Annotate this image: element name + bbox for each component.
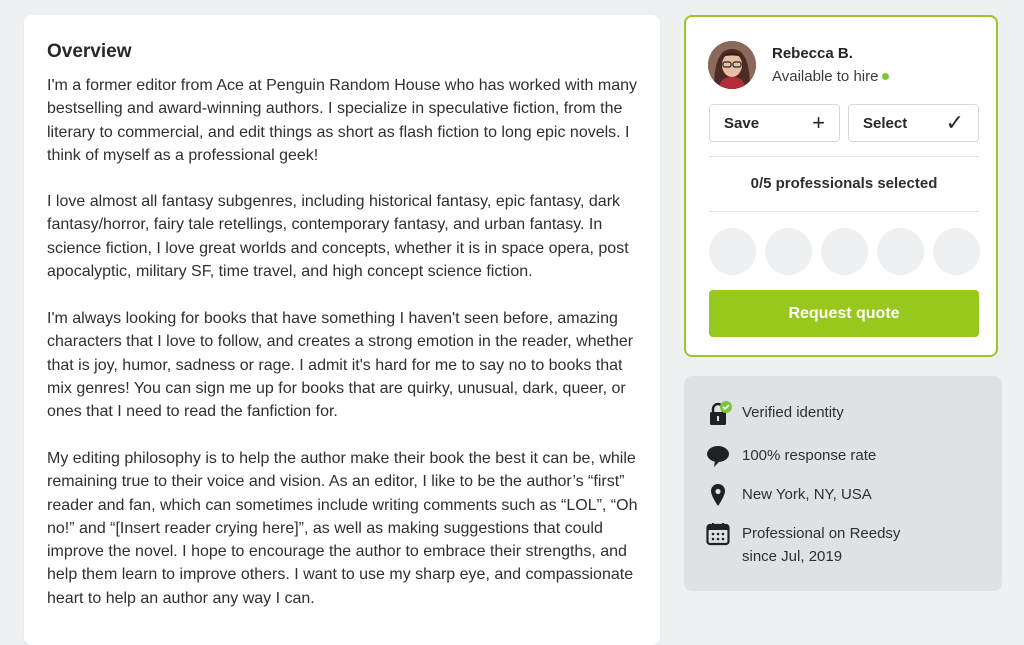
professional-name[interactable]: Rebecca B. xyxy=(772,45,853,62)
status-dot-icon xyxy=(882,72,890,80)
request-quote-button[interactable]: Request quote xyxy=(709,290,979,337)
availability-status: Available to hire xyxy=(772,68,890,85)
save-label: Save xyxy=(724,114,760,132)
location-row: New York, NY, USA xyxy=(706,483,872,507)
professional-card: Rebecca B. Available to hire Save + Sele… xyxy=(684,15,998,357)
member-line-1: Professional on Reedsy xyxy=(742,525,901,542)
location-text: New York, NY, USA xyxy=(742,486,872,503)
empty-slot xyxy=(821,228,868,275)
speech-bubble-icon xyxy=(706,444,730,468)
selected-count: 0/5 professionals selected xyxy=(750,175,938,192)
response-rate-text: 100% response rate xyxy=(742,447,877,464)
verified-text: Verified identity xyxy=(742,404,844,421)
member-since-text: Professional on Reedsy since Jul, 2019 xyxy=(742,522,900,568)
info-card: Verified identity 100% response rate New… xyxy=(684,376,1002,591)
overview-paragraph: I'm a former editor from Ace at Penguin … xyxy=(47,77,637,164)
calendar-icon xyxy=(706,522,730,546)
divider xyxy=(709,211,979,212)
overview-paragraph: My editing philosophy is to help the aut… xyxy=(47,450,638,607)
response-rate-row: 100% response rate xyxy=(706,444,876,468)
availability-text: Available to hire xyxy=(772,68,879,85)
divider xyxy=(709,156,979,157)
empty-slot xyxy=(877,228,924,275)
verified-lock-icon xyxy=(706,401,732,425)
member-line-2: since Jul, 2019 xyxy=(742,548,843,565)
checkmark-icon: ✓ xyxy=(945,110,964,135)
select-label: Select xyxy=(863,114,908,132)
overview-paragraph: I love almost all fantasy subgenres, inc… xyxy=(47,193,629,280)
overview-title: Overview xyxy=(47,41,132,62)
avatar[interactable] xyxy=(708,41,756,89)
plus-icon: + xyxy=(812,110,825,135)
overview-paragraph: I'm always looking for books that have s… xyxy=(47,310,634,421)
empty-slot xyxy=(709,228,756,275)
selection-slots xyxy=(709,228,981,275)
select-button[interactable]: Select ✓ xyxy=(848,104,979,142)
empty-slot xyxy=(765,228,812,275)
location-pin-icon xyxy=(706,483,730,507)
overview-card: Overview I'm a former editor from Ace at… xyxy=(24,15,660,645)
save-button[interactable]: Save + xyxy=(709,104,840,142)
verified-identity-row: Verified identity xyxy=(706,401,844,425)
member-since-row: Professional on Reedsy since Jul, 2019 xyxy=(706,522,900,568)
empty-slot xyxy=(933,228,980,275)
